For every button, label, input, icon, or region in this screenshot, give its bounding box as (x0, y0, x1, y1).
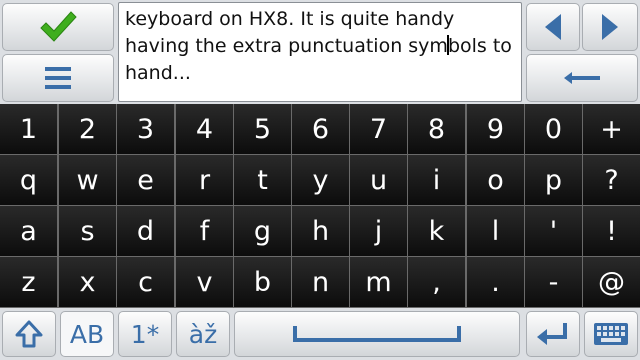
key[interactable]: ? (583, 155, 640, 205)
key[interactable]: 6 (292, 104, 349, 154)
cursor-right-button[interactable] (582, 3, 638, 51)
key[interactable]: n (292, 257, 349, 307)
keyboard-keys: 1 2 3 4 5 6 7 8 9 0 + q w e r t y u i o p? a s d f g h j k l '! z x c v b n m… (0, 104, 640, 308)
key[interactable]: d (117, 206, 174, 256)
key[interactable]: ! (583, 206, 640, 256)
key[interactable]: 3 (117, 104, 174, 154)
editor-text-before-caret: keyboard on HX8. It is quite handy havin… (125, 8, 455, 57)
key[interactable]: @ (583, 257, 640, 307)
key[interactable]: s (59, 206, 116, 256)
keyboard-icon (594, 323, 628, 345)
key[interactable]: k (408, 206, 465, 256)
key[interactable]: r (176, 155, 233, 205)
key[interactable]: c (117, 257, 174, 307)
cursor-left-button[interactable] (526, 3, 580, 51)
shift-button[interactable] (2, 311, 56, 357)
key[interactable]: 8 (408, 104, 465, 154)
key[interactable]: x (59, 257, 116, 307)
key[interactable]: t (234, 155, 291, 205)
accents-button[interactable]: àž (176, 311, 230, 357)
key[interactable]: 7 (350, 104, 407, 154)
key[interactable]: 9 (467, 104, 524, 154)
space-icon (293, 326, 461, 342)
symbols-label: 1* (130, 319, 160, 349)
key[interactable]: ' (525, 206, 582, 256)
keyboard-toggle-button[interactable] (584, 311, 638, 357)
shift-arrow-icon (15, 320, 43, 348)
key[interactable]: p (525, 155, 582, 205)
key[interactable]: j (350, 206, 407, 256)
enter-icon (537, 323, 567, 345)
key[interactable]: , (408, 257, 465, 307)
case-button[interactable]: AB (60, 311, 114, 357)
enter-button[interactable] (526, 311, 580, 357)
key[interactable]: - (525, 257, 582, 307)
key[interactable]: m (350, 257, 407, 307)
key[interactable]: b (234, 257, 291, 307)
checkmark-icon (40, 11, 77, 42)
case-label: AB (69, 319, 105, 349)
symbols-button[interactable]: 1* (118, 311, 172, 357)
key[interactable]: 5 (234, 104, 291, 154)
menu-button[interactable] (2, 54, 114, 102)
key[interactable]: v (176, 257, 233, 307)
key[interactable]: f (176, 206, 233, 256)
key[interactable]: 1 (0, 104, 57, 154)
backspace-icon (564, 72, 600, 84)
text-input-area[interactable]: keyboard on HX8. It is quite handy havin… (118, 2, 522, 102)
key[interactable]: 2 (59, 104, 116, 154)
backspace-button[interactable] (526, 54, 638, 102)
menu-icon (45, 67, 71, 89)
key[interactable]: a (0, 206, 57, 256)
key[interactable]: h (292, 206, 349, 256)
accents-label: àž (188, 319, 218, 349)
arrow-left-icon (545, 14, 561, 40)
key[interactable]: 0 (525, 104, 582, 154)
key[interactable]: + (583, 104, 640, 154)
space-bar[interactable] (234, 311, 520, 357)
key[interactable]: o (467, 155, 524, 205)
key[interactable]: z (0, 257, 57, 307)
key[interactable]: . (467, 257, 524, 307)
key[interactable]: q (0, 155, 57, 205)
key[interactable]: 4 (176, 104, 233, 154)
key[interactable]: g (234, 206, 291, 256)
arrow-right-icon (602, 14, 618, 40)
key[interactable]: w (59, 155, 116, 205)
key[interactable]: l (467, 206, 524, 256)
key[interactable]: e (117, 155, 174, 205)
key[interactable]: i (408, 155, 465, 205)
key[interactable]: y (292, 155, 349, 205)
key[interactable]: u (350, 155, 407, 205)
top-panel: keyboard on HX8. It is quite handy havin… (0, 0, 640, 104)
bottom-bar: AB 1* àž (0, 308, 640, 360)
confirm-button[interactable] (2, 3, 114, 51)
